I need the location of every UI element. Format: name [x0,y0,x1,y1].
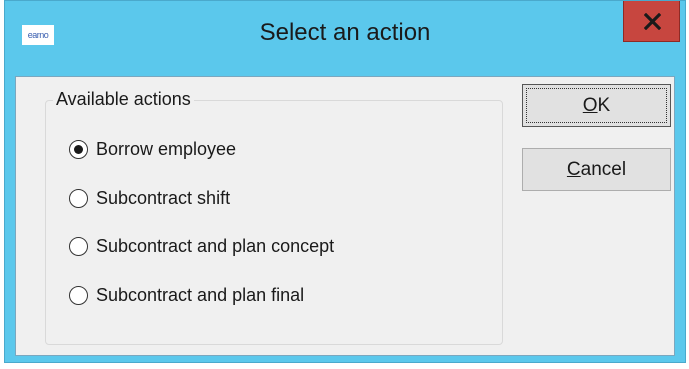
radio-button[interactable] [69,139,88,159]
dialog-title: Select an action [259,19,431,46]
dialog-body: Available actions Borrow employee Subcon… [15,76,675,356]
close-icon [644,13,661,30]
ok-button-label: OK [582,94,611,116]
radio-button[interactable] [69,236,88,256]
dialog-window: earno Select an action Available actions… [4,0,686,363]
option-subcontract-plan-final[interactable]: Subcontract and plan final [69,281,304,309]
option-subcontract-shift[interactable]: Subcontract shift [69,184,230,212]
option-label: Subcontract shift [96,187,231,208]
radio-button[interactable] [69,285,88,305]
cancel-button-label: Cancel [566,158,627,180]
option-subcontract-plan-concept[interactable]: Subcontract and plan concept [69,232,334,260]
option-label: Subcontract and plan concept [96,235,335,256]
option-borrow-employee[interactable]: Borrow employee [69,135,236,163]
group-label: Available actions [53,89,194,110]
title-bar[interactable]: earno Select an action [5,1,685,76]
radio-button[interactable] [69,188,88,208]
option-label: Subcontract and plan final [96,284,305,305]
option-label: Borrow employee [96,138,237,159]
available-actions-group: Available actions Borrow employee Subcon… [45,89,503,345]
cancel-button[interactable]: Cancel [522,148,671,191]
ok-button[interactable]: OK [522,84,671,127]
close-button[interactable] [623,1,680,42]
